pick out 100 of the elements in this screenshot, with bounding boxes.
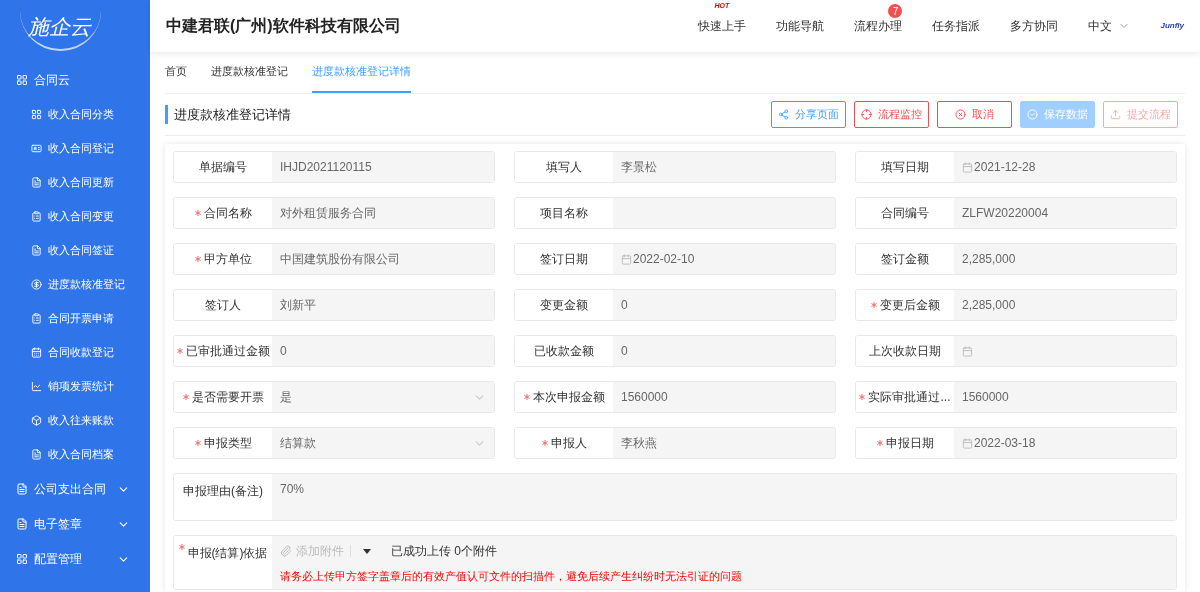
input-field[interactable]: 0 xyxy=(272,336,494,366)
date-field[interactable]: 2022-02-10 xyxy=(613,244,835,274)
date-field[interactable] xyxy=(954,336,1176,366)
field-label: 填写日期 xyxy=(881,159,929,176)
nav-link[interactable]: 多方协同 xyxy=(1010,19,1059,33)
calendar-icon xyxy=(621,253,632,265)
input-field[interactable]: 李秋燕 xyxy=(613,428,835,458)
document-icon xyxy=(16,483,28,495)
tab[interactable]: 首页 xyxy=(165,52,187,93)
required-asterisk-icon xyxy=(523,394,530,400)
input-field[interactable]: 对外租赁服务合同 xyxy=(272,198,494,228)
input-field[interactable]: 李景松 xyxy=(613,152,835,182)
sidebar-item[interactable]: 收入合同变更 xyxy=(0,199,150,233)
sidebar-group[interactable]: 合同云 xyxy=(0,63,150,97)
required-asterisk-icon xyxy=(859,394,866,400)
field-label: 申报类型 xyxy=(203,435,252,452)
brand-logo: Junfly xyxy=(1160,20,1184,32)
select-field[interactable]: 结算款 xyxy=(272,428,494,458)
date-value: 2022-02-10 xyxy=(633,251,695,268)
company-name: 中建君联(广州)软件科技有限公司 xyxy=(166,16,402,36)
date-field[interactable]: 2021-12-28 xyxy=(954,152,1176,182)
grid-icon xyxy=(31,108,42,120)
required-asterisk-icon xyxy=(541,440,548,446)
action-button[interactable]: 分享页面 xyxy=(771,101,846,128)
calendar-icon xyxy=(962,161,973,173)
field-label: 上次收款日期 xyxy=(869,343,941,360)
calendar-icon xyxy=(962,437,973,449)
input-field[interactable]: 2,285,000 xyxy=(954,290,1176,320)
share-icon xyxy=(778,109,789,120)
date-value: 2021-12-28 xyxy=(974,159,1036,176)
sidebar-item[interactable]: 收入合同更新 xyxy=(0,165,150,199)
input-field[interactable]: 0 xyxy=(613,336,835,366)
sidebar-item[interactable]: 销项发票统计 xyxy=(0,369,150,403)
input-field[interactable]: 中国建筑股份有限公司 xyxy=(272,244,494,274)
field-label: 合同编号 xyxy=(881,205,929,222)
calendar-icon xyxy=(31,346,42,358)
sidebar-item[interactable]: 收入合同档案 xyxy=(0,437,150,471)
dropdown-caret-icon[interactable] xyxy=(363,548,371,554)
field-label: 变更金额 xyxy=(540,297,588,314)
input-field[interactable]: ZLFW20220004 xyxy=(954,198,1176,228)
required-asterisk-icon xyxy=(178,544,185,550)
document-icon xyxy=(16,518,28,530)
coin-icon xyxy=(31,278,42,290)
upload-status: 已成功上传 0个附件 xyxy=(391,543,497,560)
document-icon xyxy=(31,244,42,256)
required-asterisk-icon xyxy=(870,302,877,308)
document-icon xyxy=(31,176,42,188)
tab[interactable]: 进度款核准登记详情 xyxy=(312,52,411,93)
language-select[interactable]: 中文 xyxy=(1088,17,1131,35)
action-button[interactable]: 流程监控 xyxy=(854,101,929,128)
sidebar-item[interactable]: 合同开票申请 xyxy=(0,301,150,335)
select-value: 结算款 xyxy=(280,435,316,452)
app-logo: 施企云 xyxy=(20,11,101,51)
date-field[interactable]: 2022-03-18 xyxy=(954,428,1176,458)
field-label: 签订人 xyxy=(205,297,241,314)
required-asterisk-icon xyxy=(176,348,183,354)
field-label: 合同名称 xyxy=(203,205,252,222)
sidebar-group[interactable]: 公司支出合同 xyxy=(0,472,150,506)
field-label: 签订金额 xyxy=(881,251,929,268)
field-label: 申报理由(备注) xyxy=(183,483,263,500)
required-asterisk-icon xyxy=(182,394,189,400)
field-label: 变更后金额 xyxy=(879,297,940,314)
field-label: 甲方单位 xyxy=(203,251,252,268)
nav-link[interactable]: 快速上手 xyxy=(698,19,747,33)
tab[interactable]: 进度款核准登记 xyxy=(211,52,288,93)
field-label: 申报日期 xyxy=(885,435,934,452)
cube-icon xyxy=(31,414,42,426)
sidebar-item[interactable]: 合同收款登记 xyxy=(0,335,150,369)
field-label: 填写人 xyxy=(546,159,582,176)
input-field[interactable]: 刘新平 xyxy=(272,290,494,320)
textarea-field[interactable]: 70% xyxy=(272,474,1176,520)
sidebar-group[interactable]: 配置管理 xyxy=(0,542,150,576)
input-field[interactable]: 1560000 xyxy=(613,382,835,412)
nav-link[interactable]: 任务指派 xyxy=(932,19,981,33)
nav-link[interactable]: 功能导航 xyxy=(776,19,825,33)
field-label: 申报人 xyxy=(550,435,587,452)
select-field[interactable]: 是 xyxy=(272,382,494,412)
upload-warning: 请务必上传甲方签字盖章后的有效产值认可文件的扫描件，避免后续产生纠纷时无法引证的问题 xyxy=(280,569,743,584)
crosshair-icon xyxy=(861,109,872,120)
field-label: 实际审批通过... xyxy=(868,389,951,406)
field-label: 单据编号 xyxy=(199,159,247,176)
nav-link[interactable]: 流程办理 xyxy=(854,19,903,33)
required-asterisk-icon xyxy=(194,440,201,446)
sidebar-item[interactable]: 进度款核准登记 xyxy=(0,267,150,301)
input-field[interactable]: 1560000 xyxy=(954,382,1176,412)
input-field[interactable]: IHJD2021120115 xyxy=(272,152,494,182)
grid-icon xyxy=(16,74,28,86)
paperclip-icon xyxy=(280,545,292,557)
sidebar-item[interactable]: 收入合同分类 xyxy=(0,97,150,131)
clipboard-icon xyxy=(31,210,42,222)
input-field[interactable]: 0 xyxy=(613,290,835,320)
chart-icon xyxy=(31,380,42,392)
sidebar-group[interactable]: 电子签章 xyxy=(0,507,150,541)
field-label: 已审批通过金额 xyxy=(185,343,270,360)
calendar-icon xyxy=(962,345,973,357)
sidebar-item[interactable]: 收入合同签证 xyxy=(0,233,150,267)
action-button[interactable]: 取消 xyxy=(937,101,1012,128)
sidebar-item[interactable]: 收入合同登记 xyxy=(0,131,150,165)
sidebar-item[interactable]: 收入往来账款 xyxy=(0,403,150,437)
input-field[interactable]: 2,285,000 xyxy=(954,244,1176,274)
